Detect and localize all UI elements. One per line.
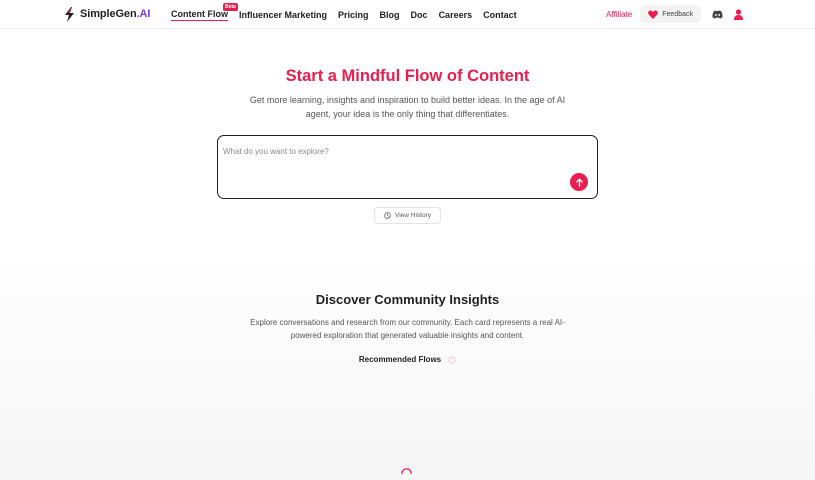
nav-careers[interactable]: Careers — [439, 10, 473, 20]
view-history-button[interactable]: View History — [374, 207, 441, 224]
user-icon[interactable] — [732, 8, 744, 20]
feedback-label: Feedback — [662, 10, 693, 18]
recommended-flows-header: Recommended Flows — [0, 355, 815, 364]
view-history-label: View History — [394, 212, 431, 219]
community-title: Discover Community Insights — [315, 292, 500, 307]
community-section: Discover Community Insights Explore conv… — [0, 265, 815, 480]
logo-icon — [65, 6, 74, 22]
clock-icon — [384, 212, 391, 219]
arrow-up-icon — [575, 177, 583, 187]
hero-title: Start a Mindful Flow of Content — [285, 67, 530, 85]
feedback-button[interactable]: Feedback — [640, 5, 701, 23]
affiliate-link[interactable]: Affiliate — [606, 10, 632, 19]
loading-icon — [401, 468, 412, 475]
nav-influencer-marketing[interactable]: Influencer Marketing — [239, 10, 327, 20]
loading-spinner-icon — [448, 356, 456, 363]
submit-button[interactable] — [570, 173, 588, 191]
explore-input[interactable] — [223, 147, 563, 187]
explore-input-box — [217, 135, 598, 199]
hero-subtitle: Get more learning, insights and inspirat… — [249, 95, 566, 119]
recommended-flows-label: Recommended Flows — [358, 355, 442, 364]
main-nav: Content Flow Beta Influencer Marketing P… — [171, 3, 528, 21]
nav-doc[interactable]: Doc — [411, 10, 428, 20]
discord-icon[interactable] — [711, 8, 723, 20]
nav-blog[interactable]: Blog — [380, 10, 400, 20]
nav-content-flow[interactable]: Content Flow Beta — [171, 3, 238, 21]
top-nav-bar: SimpleGen.AI Content Flow Beta Influence… — [0, 0, 815, 29]
logo[interactable]: SimpleGen.AI — [64, 6, 150, 22]
nav-pricing[interactable]: Pricing — [338, 10, 369, 20]
logo-text: SimpleGen.AI — [80, 8, 151, 20]
beta-badge: Beta — [223, 3, 238, 11]
community-description: Explore conversations and research from … — [250, 318, 565, 340]
header-actions: Affiliate Feedback — [606, 5, 753, 23]
nav-contact[interactable]: Contact — [483, 10, 517, 20]
heart-icon — [648, 10, 659, 19]
